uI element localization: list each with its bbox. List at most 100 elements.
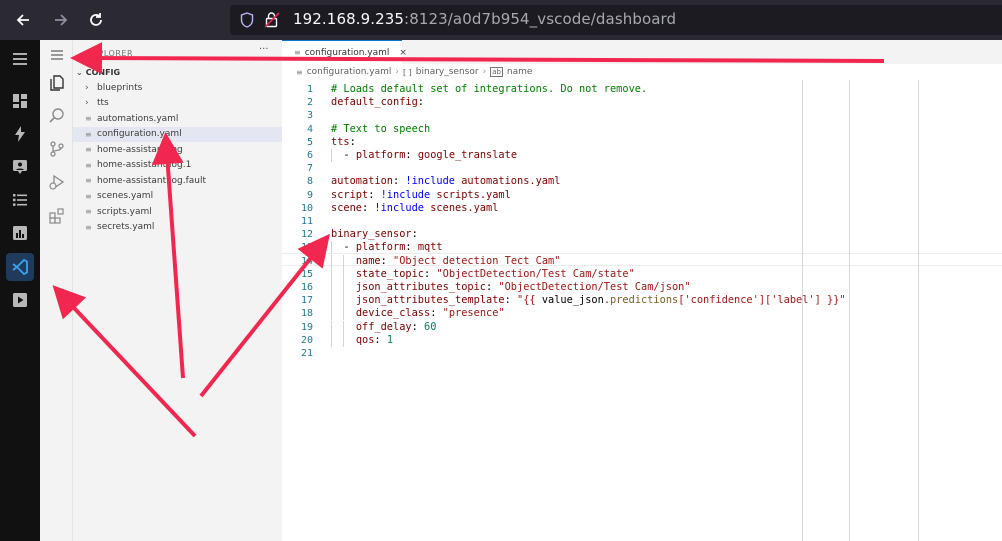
ha-overview-item[interactable]	[6, 87, 34, 115]
ha-vscode-item[interactable]	[6, 253, 34, 281]
vscode-activity-bar	[40, 40, 73, 541]
ha-media-item[interactable]	[6, 286, 34, 314]
menu-icon	[13, 53, 27, 65]
code-line[interactable]: 21	[282, 347, 1002, 360]
tree-item-label: home-assistant.log.1	[97, 160, 192, 170]
ha-logbook-item[interactable]	[6, 186, 34, 214]
code-line[interactable]: 1 # Loads default set of integrations. Do…	[282, 83, 1002, 96]
line-number: 8	[306, 176, 313, 188]
chevron-down-icon: ⌄	[76, 68, 83, 77]
code-line[interactable]: 16 json_attributes_topic: "ObjectDetecti…	[282, 281, 1002, 294]
line-number: 19	[300, 321, 313, 333]
tree-folder[interactable]: › blueprints	[73, 80, 282, 95]
tree-item-label: scenes.yaml	[97, 191, 154, 201]
line-number: 15	[300, 268, 313, 280]
code-line[interactable]: 7	[282, 162, 1002, 175]
file-icon: ≡	[85, 207, 92, 216]
code-line[interactable]: 11	[282, 215, 1002, 228]
code-line[interactable]: 13 - platform: mqtt	[282, 241, 1002, 255]
url-text[interactable]: 192.168.9.235:8123/a0d7b954_vscode/dashb…	[293, 10, 676, 28]
code-text: qos: 1	[355, 333, 394, 346]
code-line[interactable]: 19 off_delay: 60	[282, 320, 1002, 334]
ha-history-item[interactable]	[6, 219, 34, 247]
code-editor[interactable]: 1 # Loads default set of integrations. Do…	[282, 80, 1002, 541]
tree-file[interactable]: ≡ scenes.yaml	[73, 189, 282, 204]
code-line[interactable]: 18 device_class: "presence"	[282, 307, 1002, 321]
tab-configuration-yaml[interactable]: ≡ configuration.yaml ×	[282, 40, 407, 64]
code-line[interactable]: 20 qos: 1	[282, 333, 1002, 347]
file-icon: ≡	[85, 160, 92, 170]
breadcrumb-field[interactable]: name	[507, 67, 533, 77]
media-icon	[13, 293, 27, 307]
editor-tabs: ≡ configuration.yaml ×	[282, 40, 1002, 64]
line-number: 18	[300, 308, 313, 320]
reload-button[interactable]	[84, 8, 108, 32]
code-line[interactable]: 15 state_topic: "ObjectDetection/Test Ca…	[282, 267, 1002, 281]
explorer-view-button[interactable]	[45, 71, 69, 95]
folder-name: CONFIG	[85, 68, 121, 77]
search-view-button[interactable]	[45, 104, 69, 128]
code-line[interactable]: 12 binary_sensor:	[282, 228, 1002, 241]
back-button[interactable]	[11, 8, 35, 32]
line-number: 17	[300, 295, 313, 307]
ha-energy-item[interactable]	[6, 120, 34, 148]
source-control-view-button[interactable]	[45, 137, 69, 161]
tree-item-label: home-assistant.log	[97, 144, 183, 155]
line-number: 2	[306, 97, 313, 109]
line-number: 13	[300, 242, 313, 254]
code-text: - platform: mqtt	[343, 241, 443, 254]
explorer-more-button[interactable]: ···	[259, 44, 269, 55]
code-line[interactable]: 2 default_config:	[282, 96, 1002, 109]
code-line[interactable]: 14 name: "Object detection Tect Cam"	[282, 254, 1002, 268]
code-text: device_class: "presence"	[355, 307, 505, 320]
code-text: binary_sensor:	[331, 228, 418, 241]
string-symbol-icon: ab	[490, 67, 503, 77]
breadcrumb-section[interactable]: binary_sensor	[416, 67, 479, 77]
tree-item-label: home-assistant.log.fault	[97, 175, 206, 186]
line-number: 16	[300, 282, 313, 293]
code-line[interactable]: 3	[282, 109, 1002, 122]
file-icon: ≡	[85, 191, 92, 201]
map-icon	[13, 160, 27, 174]
code-line[interactable]: 6 - platform: google_translate	[282, 149, 1002, 162]
extensions-view-button[interactable]	[45, 204, 69, 228]
close-icon[interactable]: ×	[399, 48, 407, 58]
code-line[interactable]: 17 json_attributes_template: "{{ value_j…	[282, 294, 1002, 308]
code-line[interactable]: 5 tts:	[282, 136, 1002, 149]
explorer-title: EXPLORER	[87, 49, 133, 58]
code-line[interactable]: 4 # Text to speech	[282, 123, 1002, 136]
code-line[interactable]: 10 scene: !include scenes.yaml	[282, 202, 1002, 215]
shield-icon	[240, 12, 254, 28]
breadcrumb-file[interactable]: configuration.yaml	[307, 67, 392, 77]
vscode-menu-button[interactable]	[45, 43, 69, 67]
code-line[interactable]: 8 automation: !include automations.yaml	[282, 175, 1002, 188]
file-icon: ≡	[85, 114, 92, 123]
tree-file[interactable]: ≡ configuration.yaml	[73, 126, 282, 142]
file-icon: ≡	[85, 222, 92, 232]
tree-item-label: configuration.yaml	[97, 129, 182, 139]
chevron-right-icon: ›	[482, 67, 487, 77]
code-text: state_topic: "ObjectDetection/Test Cam/s…	[355, 267, 635, 280]
tree-file[interactable]: ≡ scripts.yaml	[73, 204, 282, 219]
line-number: 6	[306, 150, 313, 161]
reload-icon	[90, 13, 102, 26]
tree-item-label: blueprints	[97, 82, 143, 93]
workspace-folder-header[interactable]: ⌄ CONFIG	[76, 68, 120, 77]
tree-folder[interactable]: › tts	[73, 96, 282, 111]
logbook-icon	[13, 194, 27, 206]
tree-file[interactable]: ≡ automations.yaml	[73, 111, 282, 126]
code-line[interactable]: 9 script: !include scripts.yaml	[282, 189, 1002, 202]
tree-file[interactable]: ≡ secrets.yaml	[73, 220, 282, 235]
tree-file[interactable]: ≡ home-assistant.log.fault	[73, 173, 282, 188]
tree-file[interactable]: ≡ home-assistant.log	[73, 142, 282, 157]
run-debug-view-button[interactable]	[45, 170, 69, 194]
history-icon	[13, 226, 27, 240]
forward-button[interactable]	[49, 8, 73, 32]
tree-file[interactable]: ≡ home-assistant.log.1	[73, 158, 282, 173]
line-number: 5	[306, 136, 313, 148]
yaml-file-icon: ≡	[294, 48, 301, 57]
ha-map-item[interactable]	[6, 153, 34, 181]
ha-menu-button[interactable]	[6, 45, 34, 73]
line-number: 12	[300, 229, 313, 241]
explorer-panel: EXPLORER ··· ⌄ CONFIG › blueprints › tts ≡ au…	[73, 40, 282, 541]
